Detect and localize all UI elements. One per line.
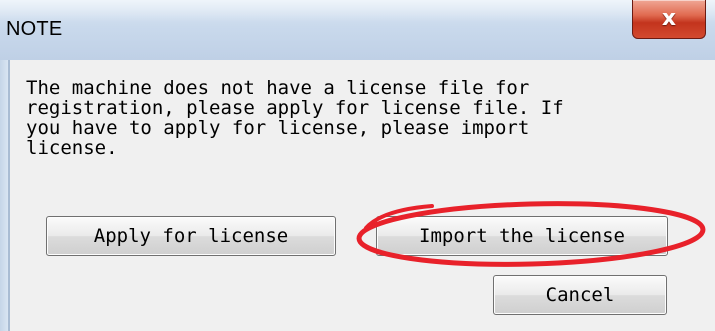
message-line: license. — [26, 137, 118, 159]
note-dialog: NOTE x The machine does not have a licen… — [0, 0, 715, 331]
close-button[interactable]: x — [632, 0, 706, 39]
close-icon: x — [661, 6, 677, 31]
message-text: The machine does not have a license file… — [26, 78, 686, 158]
window-frame-left — [0, 60, 8, 331]
cancel-button[interactable]: Cancel — [493, 275, 667, 315]
message-line: The machine does not have a license file… — [26, 77, 530, 99]
apply-license-button[interactable]: Apply for license — [46, 216, 336, 256]
message-line: registration, please apply for license f… — [26, 97, 564, 119]
title-bar: NOTE x — [0, 0, 715, 61]
dialog-title: NOTE — [6, 18, 63, 40]
message-line: you have to apply for license, please im… — [26, 117, 530, 139]
import-license-button[interactable]: Import the license — [376, 216, 668, 256]
